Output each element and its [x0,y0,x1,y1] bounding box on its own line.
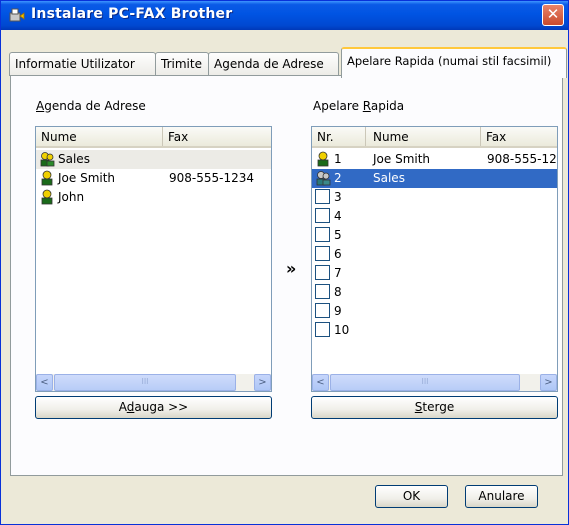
tab-label: Trimite [161,57,202,71]
checkbox[interactable] [315,284,330,299]
speed-dial-list[interactable]: Nr. Nume Fax 1 Joe Smith 908-555-12 2 Sales 3… [311,126,558,392]
scroll-right-button[interactable]: > [254,374,271,391]
contact-icon [317,151,329,167]
dialog-window: Instalare PC-FAX Brother ✕ Informatie Ut… [0,0,569,525]
speed-dial-name: Joe Smith [373,152,431,166]
group-contact-icon [40,152,55,167]
horizontal-scrollbar[interactable]: < III > [36,374,271,391]
table-row[interactable]: 3 [312,188,557,207]
column-header-nume[interactable]: Nume [366,127,481,146]
table-row[interactable]: 8 [312,283,557,302]
cancel-button[interactable]: Anulare [465,485,538,508]
close-icon: ✕ [546,5,560,23]
contact-name: Sales [58,152,90,166]
horizontal-scrollbar[interactable]: < III > [312,374,557,391]
speed-dial-fax: 908-555-12 [487,152,557,166]
table-row[interactable]: 2 Sales [312,169,557,188]
contact-fax: 908-555-1234 [169,171,255,185]
checkbox[interactable] [315,189,330,204]
tab-strip: Informatie Utilizator Trimite Agenda de … [9,45,567,78]
table-row[interactable]: 4 [312,207,557,226]
ok-button[interactable]: OK [375,485,448,508]
speed-dial-number: 5 [334,228,342,242]
list-header: Nume Fax [36,127,271,148]
contact-icon [41,189,53,205]
checkbox[interactable] [315,265,330,280]
speed-dial-number: 8 [334,285,342,299]
add-button[interactable]: Adauga >> [35,396,272,419]
tab-label: Apelare Rapida (numai stil facsimil) [347,54,552,68]
chevron-left-icon: < [316,377,325,388]
address-book-label: Agenda de Adrese [36,99,146,113]
tab-label: Informatie Utilizator [15,57,135,71]
column-header-nr[interactable]: Nr. [312,127,366,146]
checkbox[interactable] [315,208,330,223]
tab-panel: Agenda de Adrese Nume Fax Sales Joe Smit… [10,75,563,476]
speed-dial-number: 9 [334,304,342,318]
table-row[interactable]: 1 Joe Smith 908-555-12 [312,150,557,169]
checkbox[interactable] [315,227,330,242]
grip-icon: III [141,377,149,386]
table-row[interactable]: 9 [312,302,557,321]
list-item[interactable]: John [36,188,271,207]
window-title: Instalare PC-FAX Brother [31,6,233,22]
grip-icon: III [421,377,429,386]
chevron-left-icon: < [40,377,49,388]
chevron-right-icon: > [544,377,553,388]
table-row[interactable]: 7 [312,264,557,283]
address-book-list[interactable]: Nume Fax Sales Joe Smith 908-555-1234 Jo… [35,126,272,392]
title-bar[interactable]: Instalare PC-FAX Brother ✕ [1,1,568,30]
table-row[interactable]: 10 [312,321,557,340]
scroll-left-button[interactable]: < [36,374,53,391]
group-contact-icon [316,171,331,186]
tab-informatie-utilizator[interactable]: Informatie Utilizator [9,52,156,76]
checkbox[interactable] [315,303,330,318]
tab-agenda-de-adrese[interactable]: Agenda de Adrese [208,52,339,76]
list-item[interactable]: Sales [36,150,271,169]
delete-button[interactable]: Sterge [311,396,558,419]
tab-trimite[interactable]: Trimite [155,52,209,76]
table-row[interactable]: 6 [312,245,557,264]
checkbox[interactable] [315,246,330,261]
checkbox[interactable] [315,322,330,337]
speed-dial-number: 4 [334,209,342,223]
column-header-nume[interactable]: Nume [36,127,163,146]
list-item[interactable]: Joe Smith 908-555-1234 [36,169,271,188]
chevron-right-icon: > [258,377,267,388]
speed-dial-number: 1 [334,152,342,166]
tab-apelare-rapida[interactable]: Apelare Rapida (numai stil facsimil) [341,47,567,78]
scroll-thumb[interactable]: III [54,374,236,391]
speed-dial-number: 10 [334,323,350,337]
fax-app-icon [9,8,25,22]
speed-dial-label: Apelare Rapida [313,99,405,113]
contact-icon [41,170,53,186]
speed-dial-number: 3 [334,190,342,204]
speed-dial-name: Sales [373,171,405,185]
transfer-arrow-icon: » [286,259,297,278]
scroll-thumb[interactable]: III [330,374,520,391]
list-header: Nr. Nume Fax [312,127,557,148]
close-button[interactable]: ✕ [542,4,564,26]
contact-name: John [58,190,85,204]
column-header-fax[interactable]: Fax [481,127,557,146]
scroll-right-button[interactable]: > [540,374,557,391]
contact-name: Joe Smith [58,171,116,185]
speed-dial-number: 7 [334,266,342,280]
column-header-fax[interactable]: Fax [163,127,271,146]
speed-dial-number: 2 [334,171,342,185]
tab-label: Agenda de Adrese [214,57,324,71]
table-row[interactable]: 5 [312,226,557,245]
speed-dial-number: 6 [334,247,342,261]
scroll-left-button[interactable]: < [312,374,329,391]
